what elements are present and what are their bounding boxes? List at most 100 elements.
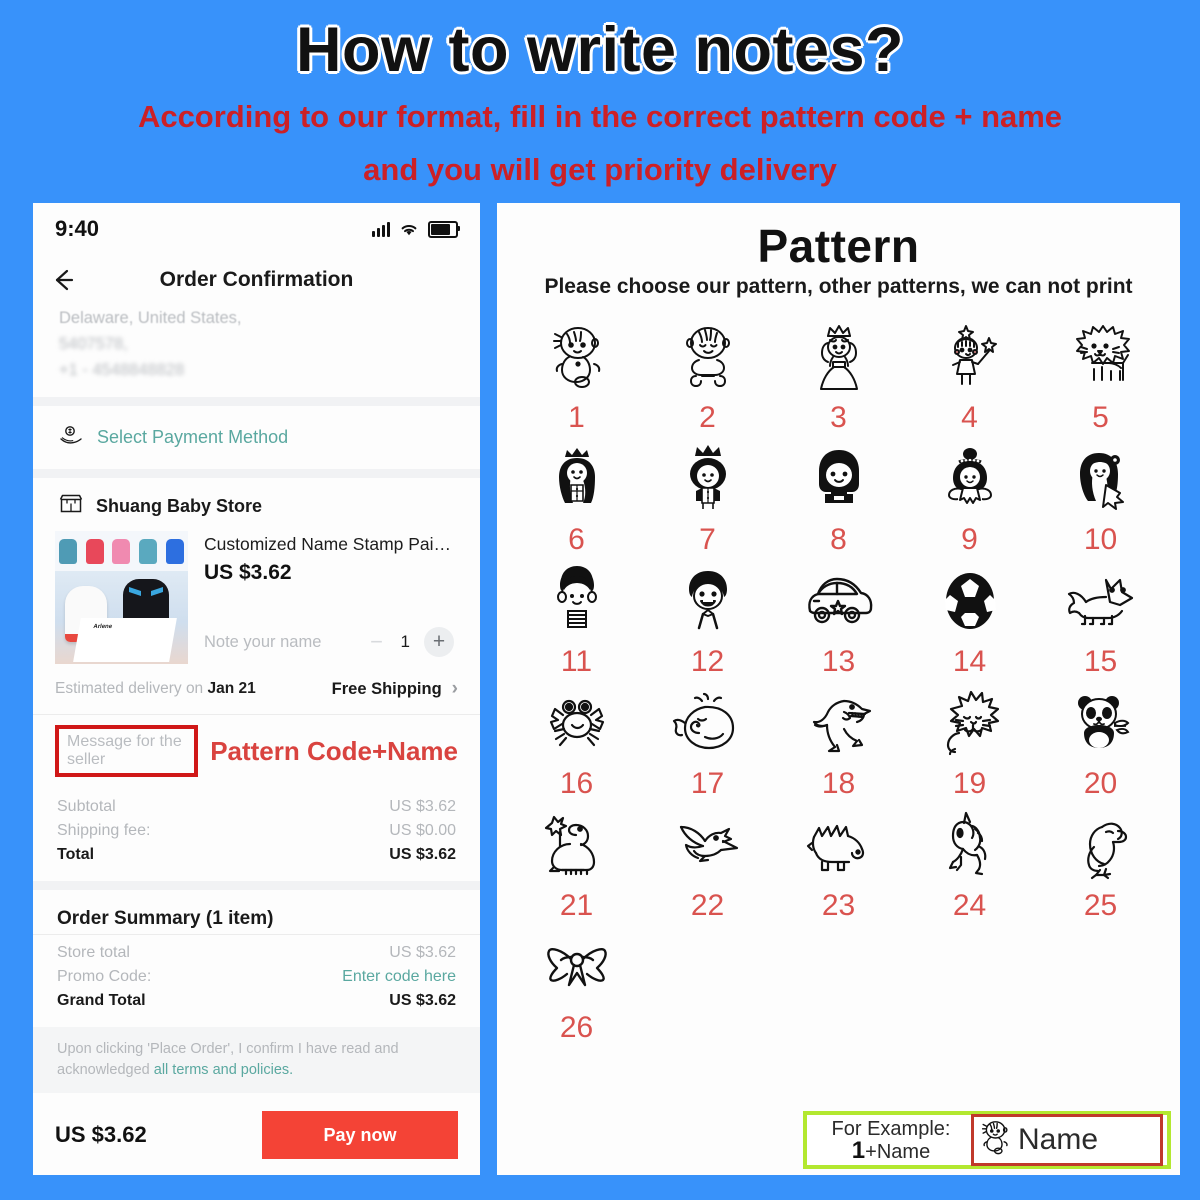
brontosaurus-icon xyxy=(538,801,616,891)
terms-link[interactable]: all terms and policies. xyxy=(154,1062,293,1078)
pattern-item[interactable]: 19 xyxy=(904,679,1035,801)
pattern-item[interactable]: 16 xyxy=(511,679,642,801)
summary-row: Store total US $3.62 xyxy=(57,941,456,965)
pattern-item[interactable]: 7 xyxy=(642,435,773,557)
pattern-item[interactable]: 12 xyxy=(642,557,773,679)
pattern-row: 11 12 13 14 15 xyxy=(511,557,1166,679)
pattern-item[interactable]: 3 xyxy=(773,313,904,435)
pattern-item[interactable]: 25 xyxy=(1035,801,1166,923)
pattern-item[interactable]: 15 xyxy=(1035,557,1166,679)
totals-row: Subtotal US $3.62 xyxy=(57,795,456,819)
car-star-icon xyxy=(800,557,878,647)
phone-mockup: 9:40 Order Confirmation Delaware, United… xyxy=(33,203,480,1175)
summary-label: Grand Total xyxy=(57,992,146,1009)
thumbnail-paper: Arlene xyxy=(73,618,177,662)
pattern-item[interactable]: 4 xyxy=(904,313,1035,435)
delivery-estimate-prefix: Estimated delivery on xyxy=(55,680,208,697)
totals-label: Total xyxy=(57,846,95,863)
delivery-row[interactable]: Estimated delivery on Jan 21 Free Shippi… xyxy=(33,664,480,714)
pattern-item[interactable]: 18 xyxy=(773,679,904,801)
thumbnail-brand-text: Arlene xyxy=(92,624,113,630)
section-divider xyxy=(33,397,480,406)
pattern-code-name-annotation: Pattern Code+Name xyxy=(210,735,458,766)
pattern-row: 16 17 18 19 20 xyxy=(511,679,1166,801)
pattern-number: 20 xyxy=(1083,767,1118,800)
crowned-boy-icon xyxy=(669,435,747,525)
promo-code-link[interactable]: Enter code here xyxy=(342,965,456,989)
example-label: For Example: xyxy=(831,1117,951,1140)
pattern-number: 26 xyxy=(559,1011,594,1044)
pattern-item[interactable]: 10 xyxy=(1035,435,1166,557)
address-line-1: Delaware, United States, xyxy=(59,309,242,327)
pattern-item[interactable]: 26 xyxy=(511,923,642,1045)
summary-label: Promo Code: xyxy=(57,968,152,985)
pattern-item[interactable]: 13 xyxy=(773,557,904,679)
pattern-item[interactable]: 20 xyxy=(1035,679,1166,801)
shipping-address[interactable]: Delaware, United States, 5407578, +1 - 4… xyxy=(33,305,480,397)
example-code: 1 xyxy=(851,1136,866,1164)
pattern-item[interactable]: 22 xyxy=(642,801,773,923)
battery-icon xyxy=(428,220,460,238)
pay-now-button[interactable]: Pay now xyxy=(262,1111,458,1159)
note-your-name-input[interactable]: Note your name xyxy=(204,633,321,652)
summary-row[interactable]: Promo Code: Enter code here xyxy=(57,965,456,989)
quantity-decrease-button[interactable]: − xyxy=(367,629,387,655)
store-row[interactable]: Shuang Baby Store xyxy=(33,478,480,525)
pattern-item[interactable]: 2 xyxy=(642,313,773,435)
pattern-item[interactable]: 17 xyxy=(642,679,773,801)
quantity-row: Note your name − 1 + xyxy=(204,627,454,657)
pattern-number: 3 xyxy=(830,401,847,434)
pattern-item[interactable]: 8 xyxy=(773,435,904,557)
shipping-option[interactable]: Free Shipping › xyxy=(332,678,458,700)
boy-dark-hair-icon xyxy=(800,435,878,525)
totals-label: Subtotal xyxy=(57,798,116,815)
pattern-item[interactable]: 1 xyxy=(511,313,642,435)
product-price: US $3.62 xyxy=(204,561,292,584)
pattern-number: 1 xyxy=(568,401,585,434)
quantity-stepper[interactable]: − 1 + xyxy=(367,627,454,657)
pattern-item-empty xyxy=(773,923,904,1045)
pattern-number: 25 xyxy=(1083,889,1118,922)
pattern-number: 23 xyxy=(821,889,856,922)
example-preview: Name xyxy=(971,1114,1163,1166)
pattern-item[interactable]: 14 xyxy=(904,557,1035,679)
crowned-girl-icon xyxy=(538,435,616,525)
store-name: Shuang Baby Store xyxy=(96,495,263,516)
product-row[interactable]: Arlene Customized Name Stamp Paints Pers… xyxy=(33,525,480,664)
panda-icon xyxy=(1062,679,1140,769)
baby-boy-icon xyxy=(669,313,747,403)
pattern-number: 11 xyxy=(560,645,593,678)
pay-bar: US $3.62 Pay now xyxy=(33,1093,480,1159)
message-for-seller-input[interactable]: Message for the seller xyxy=(55,725,199,777)
pattern-item[interactable]: 21 xyxy=(511,801,642,923)
product-thumbnail[interactable]: Arlene xyxy=(55,531,188,664)
baby-girl-icon xyxy=(538,313,616,403)
pattern-item[interactable]: 23 xyxy=(773,801,904,923)
pattern-row: 26 xyxy=(511,923,1166,1045)
pattern-item[interactable]: 5 xyxy=(1035,313,1166,435)
shipping-label: Free Shipping xyxy=(331,679,442,698)
pattern-row: 1 2 3 4 5 xyxy=(511,313,1166,435)
delivery-estimate: Estimated delivery on Jan 21 xyxy=(55,680,256,698)
lion-icon xyxy=(1062,313,1140,403)
pattern-item[interactable]: 9 xyxy=(904,435,1035,557)
payment-hand-icon xyxy=(59,424,83,451)
totals-row: Shipping fee: US $0.00 xyxy=(57,819,456,843)
example-suffix: +Name xyxy=(865,1140,931,1163)
select-payment-method-row[interactable]: Select Payment Method xyxy=(33,406,480,469)
message-for-seller-row[interactable]: Message for the seller Pattern Code+Name xyxy=(33,715,480,789)
section-divider-3 xyxy=(33,881,480,890)
chevron-right-icon: › xyxy=(451,678,458,699)
product-info: Customized Name Stamp Paints Perso... US… xyxy=(204,531,454,664)
quantity-increase-button[interactable]: + xyxy=(424,627,454,657)
pattern-item[interactable]: 11 xyxy=(511,557,642,679)
totals-value: US $0.00 xyxy=(389,822,456,839)
pattern-card: Pattern Please choose our pattern, other… xyxy=(497,203,1180,1175)
pattern-number: 5 xyxy=(1092,401,1109,434)
pattern-item[interactable]: 24 xyxy=(904,801,1035,923)
back-arrow-icon[interactable] xyxy=(51,267,77,293)
pattern-item[interactable]: 6 xyxy=(511,435,642,557)
totals-value: US $3.62 xyxy=(389,798,456,815)
order-summary-title: Order Summary (1 item) xyxy=(57,908,274,929)
signal-bars-icon xyxy=(372,221,390,237)
